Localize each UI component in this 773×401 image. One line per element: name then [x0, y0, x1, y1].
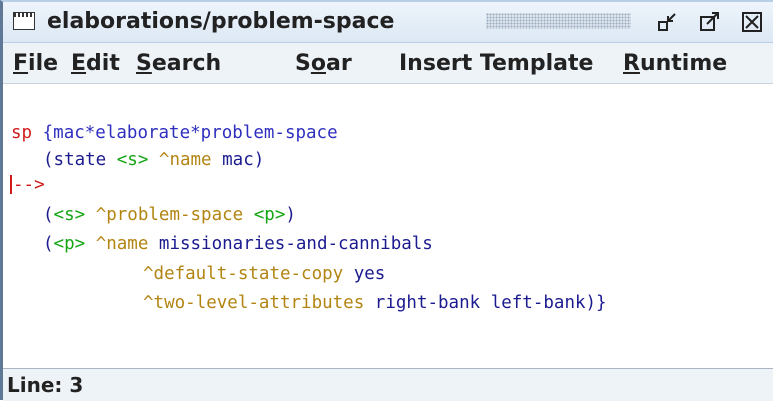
status-bar: Line: 3	[3, 368, 773, 401]
menu-edit[interactable]: Edit	[71, 51, 120, 77]
menu-search[interactable]: Search	[136, 51, 221, 77]
menu-runtime[interactable]: Runtime	[623, 51, 727, 77]
code-line-7: ^two-level-attributes right-bank left-ba…	[143, 293, 607, 313]
code-line-3: -->	[13, 175, 45, 195]
menu-soar[interactable]: Soar	[295, 51, 352, 77]
text-caret	[10, 175, 12, 194]
maximize-icon[interactable]	[699, 11, 721, 33]
code-line-2: (state <s> ^name mac)	[43, 150, 265, 170]
code-line-1: sp {mac*elaborate*problem-space	[11, 123, 338, 143]
code-line-5: (<p> ^name missionaries-and-cannibals	[43, 234, 433, 254]
window-title: elaborations/problem-space	[47, 9, 395, 34]
line-number-status: Line: 3	[7, 373, 84, 397]
code-editor[interactable]: sp {mac*elaborate*problem-space (state <…	[3, 84, 773, 367]
code-line-4: (<s> ^problem-space <p>)	[43, 205, 296, 225]
code-line-6: ^default-state-copy yes	[143, 264, 386, 284]
window-icon	[13, 12, 35, 30]
close-icon[interactable]	[741, 11, 763, 33]
editor-window: elaborations/problem-space File Edit Sea…	[0, 0, 773, 401]
menu-file[interactable]: File	[13, 51, 58, 77]
menu-insert-template[interactable]: Insert Template	[399, 51, 593, 77]
title-bar[interactable]: elaborations/problem-space	[3, 2, 773, 43]
title-drag-grip[interactable]	[486, 13, 631, 29]
minimize-icon[interactable]	[657, 11, 679, 33]
menu-bar: File Edit Search Soar Insert Template Ru…	[3, 43, 773, 84]
